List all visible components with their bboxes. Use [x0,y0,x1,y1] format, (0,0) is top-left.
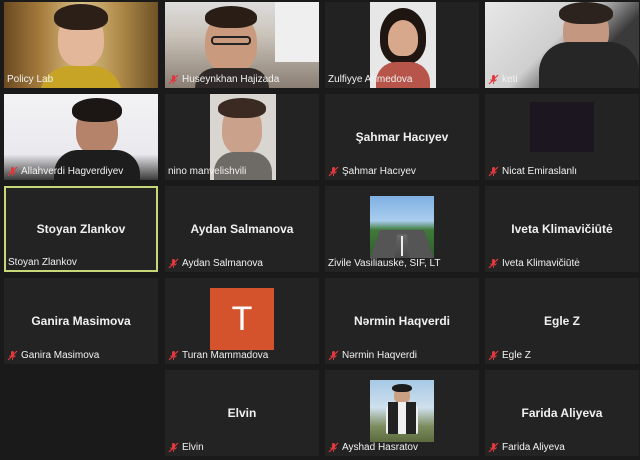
participant-tile-sahmar[interactable]: Şahmar Hacıyev Şahmar Hacıyev [325,94,479,180]
muted-mic-icon [328,166,339,177]
participant-name-tag: nino manvelishvili [168,166,246,177]
participant-tile-zivile[interactable]: Zivile Vasiliauske, SIF, LT [325,186,479,272]
participant-display-name: Stoyan Zlankov [36,222,126,236]
participant-display-name: Ganira Masimova [31,314,131,328]
participant-name: Nicat Emiraslanlı [502,166,578,177]
participant-tile-ayshad[interactable]: Ayshad Hasratov [325,370,479,456]
muted-mic-icon [488,442,499,453]
participant-display-name: Egle Z [543,314,580,328]
participant-name-tag: Elvin [168,442,204,453]
participant-name-tag: Iveta Klimavičiūtė [488,258,580,269]
participant-name: Nərmin Haqverdi [342,350,418,361]
participant-name: Zulfiyye Ahmedova [328,74,413,85]
participant-name-tag: Zivile Vasiliauske, SIF, LT [328,258,440,269]
participant-name-tag: Allahverdi Hagverdiyev [7,166,123,177]
muted-mic-icon [168,258,179,269]
participant-name: Iveta Klimavičiūtė [502,258,580,269]
muted-mic-icon [168,350,179,361]
participant-tile-turan[interactable]: T Turan Mammadova [165,278,319,364]
participant-name: Stoyan Zlankov [8,257,77,268]
participant-name-tag: Şahmar Hacıyev [328,166,416,177]
participant-tile-aydan[interactable]: Aydan Salmanova Aydan Salmanova [165,186,319,272]
participant-name-tag: Policy Lab [7,74,53,85]
participant-tile-allahverdi[interactable]: Allahverdi Hagverdiyev [4,94,158,180]
participant-display-name: Aydan Salmanova [190,222,294,236]
participant-video [530,102,594,152]
participant-name: Egle Z [502,350,531,361]
participant-tile-elvin[interactable]: Elvin Elvin [165,370,319,456]
participant-name: nino manvelishvili [168,166,247,177]
participant-display-name: Farida Aliyeva [521,406,603,420]
muted-mic-icon [488,166,499,177]
participant-tile-policy-lab[interactable]: Policy Lab [4,2,158,88]
participant-name-tag: Aydan Salmanova [168,258,263,269]
participant-name-tag: Stoyan Zlankov [8,257,77,268]
participant-name: Policy Lab [7,74,54,85]
participant-name-tag: Egle Z [488,350,531,361]
letter-avatar: T [210,288,274,350]
participant-name: Allahverdi Hagverdiyev [21,166,124,177]
participant-display-name: Iveta Klimavičiūtė [511,222,613,236]
participant-name: Ayshad Hasratov [342,442,418,453]
participant-tile-keti[interactable]: keti [485,2,639,88]
participant-name: Huseynkhan Hajizada [182,74,280,85]
muted-mic-icon [328,350,339,361]
participant-name-tag: Huseynkhan Hajizada [168,74,279,85]
participant-name-tag: Turan Mammadova [168,350,268,361]
participant-tile-nermin[interactable]: Nərmin Haqverdi Nərmin Haqverdi [325,278,479,364]
participant-name: Zivile Vasiliauske, SIF, LT [328,258,441,269]
participant-name-tag: Farida Aliyeva [488,442,565,453]
muted-mic-icon [488,258,499,269]
participant-name: Turan Mammadova [182,350,269,361]
participant-tile-zulfiyye[interactable]: Zulfiyye Ahmedova [325,2,479,88]
participant-tile-egle[interactable]: Egle Z Egle Z [485,278,639,364]
participant-name-tag: keti [488,74,518,85]
muted-mic-icon [488,350,499,361]
person-photo-avatar [370,380,434,442]
participant-name: Şahmar Hacıyev [342,166,416,177]
participant-tile-ganira[interactable]: Ganira Masimova Ganira Masimova [4,278,158,364]
participant-tile-iveta[interactable]: Iveta Klimavičiūtė Iveta Klimavičiūtė [485,186,639,272]
participant-tile-nino[interactable]: nino manvelishvili [165,94,319,180]
muted-mic-icon [328,442,339,453]
participant-tile-farida[interactable]: Farida Aliyeva Farida Aliyeva [485,370,639,456]
participant-name: Elvin [182,442,204,453]
participant-name: Ganira Masimova [21,350,100,361]
participant-name-tag: Zulfiyye Ahmedova [328,74,413,85]
muted-mic-icon [168,442,179,453]
participant-name: Farida Aliyeva [502,442,565,453]
participant-name-tag: Ganira Masimova [7,350,99,361]
muted-mic-icon [7,166,18,177]
participant-tile-huseynkhan[interactable]: Huseynkhan Hajizada [165,2,319,88]
participant-name: keti [502,74,518,85]
participant-name-tag: Nicat Emiraslanlı [488,166,577,177]
road-photo-avatar [370,196,434,258]
participant-tile-stoyan[interactable]: Stoyan Zlankov Stoyan Zlankov [4,186,158,272]
avatar-letter: T [231,299,253,338]
muted-mic-icon [7,350,18,361]
participant-display-name: Elvin [227,406,257,420]
muted-mic-icon [168,74,179,85]
participant-name-tag: Nərmin Haqverdi [328,350,417,361]
muted-mic-icon [488,74,499,85]
participant-name-tag: Ayshad Hasratov [328,442,418,453]
participant-display-name: Şahmar Hacıyev [355,130,449,144]
participant-tile-nicat[interactable]: Nicat Emiraslanlı [485,94,639,180]
participant-name: Aydan Salmanova [182,258,263,269]
participant-display-name: Nərmin Haqverdi [353,314,451,328]
